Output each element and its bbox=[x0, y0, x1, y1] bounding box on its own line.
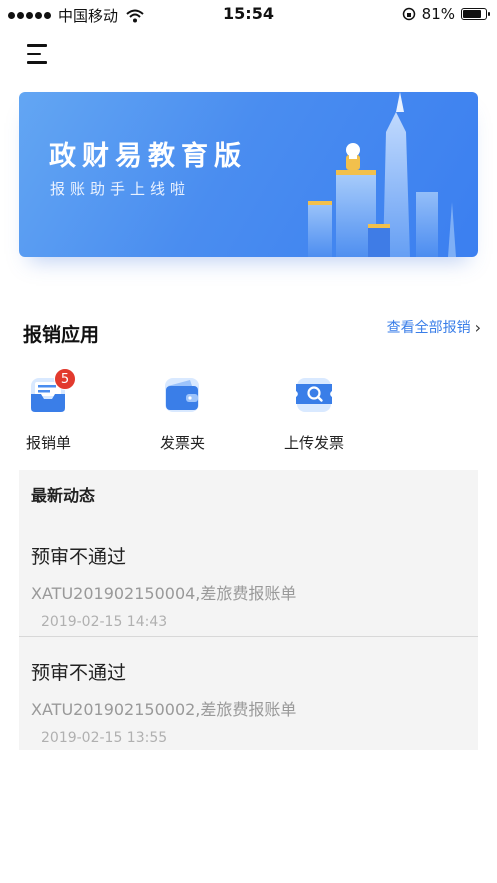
ticket-search-icon bbox=[292, 372, 336, 416]
orientation-lock-icon bbox=[402, 7, 415, 21]
apps-section-title: 报销应用 bbox=[23, 324, 100, 346]
item-description: XATU201902150002,差旅费报账单 bbox=[31, 700, 297, 719]
app-label: 上传发票 bbox=[284, 434, 345, 452]
divider bbox=[19, 636, 478, 637]
banner-subtitle: 报账助手上线啦 bbox=[50, 180, 191, 198]
app-label: 报销单 bbox=[26, 434, 72, 452]
news-feed: 最新动态 预审不通过 XATU201902150004,差旅费报账单 2019-… bbox=[19, 470, 478, 750]
app-invoice-wallet[interactable]: 发票夹 bbox=[160, 372, 250, 453]
battery-percent: 81% bbox=[421, 5, 455, 23]
wallet-icon bbox=[160, 372, 204, 416]
item-time: 2019-02-15 13:55 bbox=[41, 730, 168, 746]
item-status: 预审不通过 bbox=[31, 546, 127, 568]
feed-item[interactable]: 预审不通过 XATU201902150004,差旅费报账单 2019-02-15… bbox=[19, 530, 478, 634]
view-all-link[interactable]: 查看全部报销 › bbox=[387, 317, 481, 337]
promo-banner[interactable]: 政财易教育版 报账助手上线啦 bbox=[19, 92, 478, 257]
feed-title: 最新动态 bbox=[31, 486, 96, 505]
banner-title: 政财易教育版 bbox=[49, 141, 247, 172]
feed-item[interactable]: 预审不通过 XATU201902150002,差旅费报账单 2019-02-15… bbox=[19, 646, 478, 750]
item-status: 预审不通过 bbox=[31, 662, 127, 684]
status-bar: 中国移动 15:54 81% bbox=[0, 0, 497, 30]
app-upload-invoice[interactable]: 上传发票 bbox=[284, 372, 374, 453]
item-description: XATU201902150004,差旅费报账单 bbox=[31, 584, 297, 603]
document-inbox-icon: 5 bbox=[26, 368, 76, 416]
app-reimbursement-form[interactable]: 5 报销单 bbox=[26, 368, 116, 453]
chevron-right-icon: › bbox=[474, 317, 481, 337]
notification-badge: 5 bbox=[54, 368, 76, 390]
item-time: 2019-02-15 14:43 bbox=[41, 614, 168, 630]
city-illustration-icon bbox=[308, 92, 456, 257]
status-right: 81% bbox=[402, 5, 490, 23]
app-label: 发票夹 bbox=[160, 434, 206, 452]
battery-icon bbox=[461, 8, 490, 20]
menu-button[interactable] bbox=[27, 44, 51, 66]
view-all-label: 查看全部报销 bbox=[386, 320, 471, 336]
